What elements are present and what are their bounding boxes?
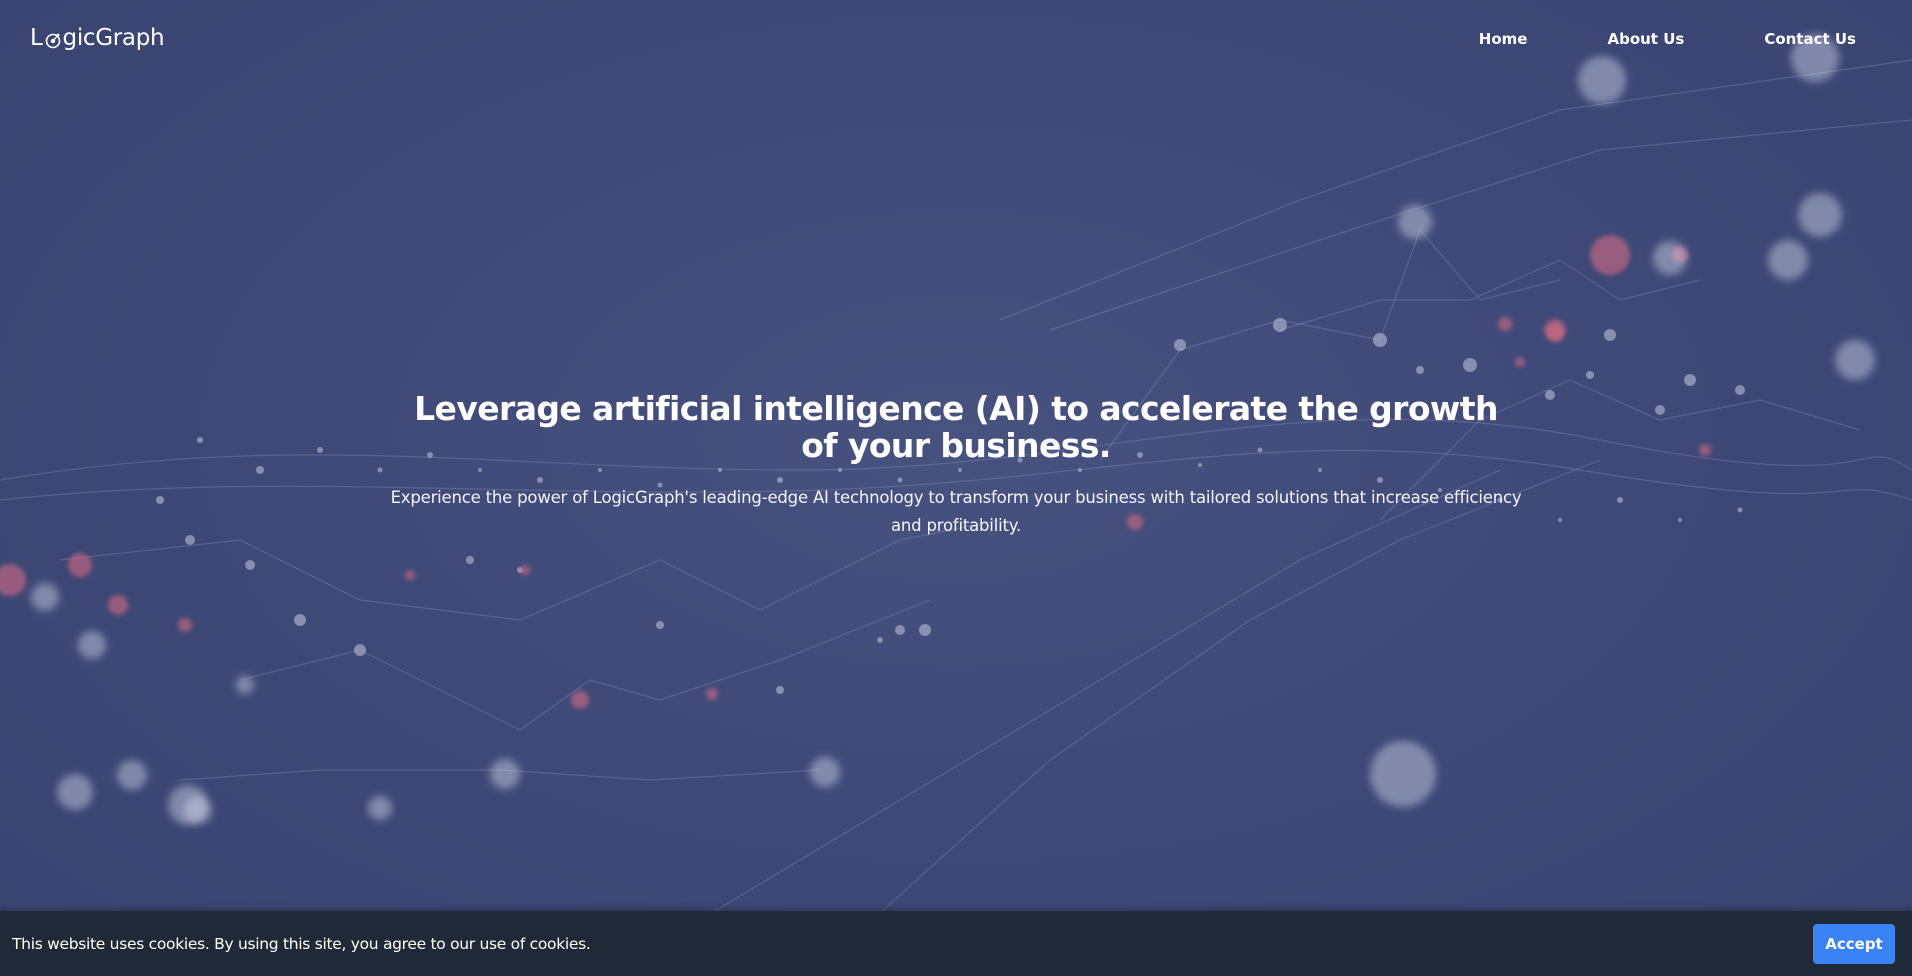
logo-graph-icon [44, 29, 62, 49]
nav-menu: Home About Us Contact Us [1399, 30, 1856, 48]
landing-page: L gicGraph Home About Us Contact Us Leve… [0, 0, 1912, 976]
nav-link-contact-us[interactable]: Contact Us [1764, 30, 1856, 48]
logo[interactable]: L gicGraph [30, 25, 165, 51]
top-navbar: L gicGraph Home About Us Contact Us [0, 0, 1912, 80]
nav-link-about-us[interactable]: About Us [1607, 30, 1684, 48]
hero-subtitle: Experience the power of LogicGraph's lea… [390, 488, 1522, 535]
cookie-message: This website uses cookies. By using this… [12, 934, 591, 953]
hero-section: Leverage artificial intelligence (AI) to… [0, 390, 1912, 540]
logo-text-prefix: L [30, 25, 43, 51]
cookie-banner: This website uses cookies. By using this… [0, 911, 1912, 976]
logo-text-suffix: gicGraph [62, 25, 165, 51]
nav-link-home[interactable]: Home [1479, 30, 1528, 48]
hero-title: Leverage artificial intelligence (AI) to… [414, 389, 1498, 465]
accept-cookies-button[interactable]: Accept [1813, 923, 1895, 964]
